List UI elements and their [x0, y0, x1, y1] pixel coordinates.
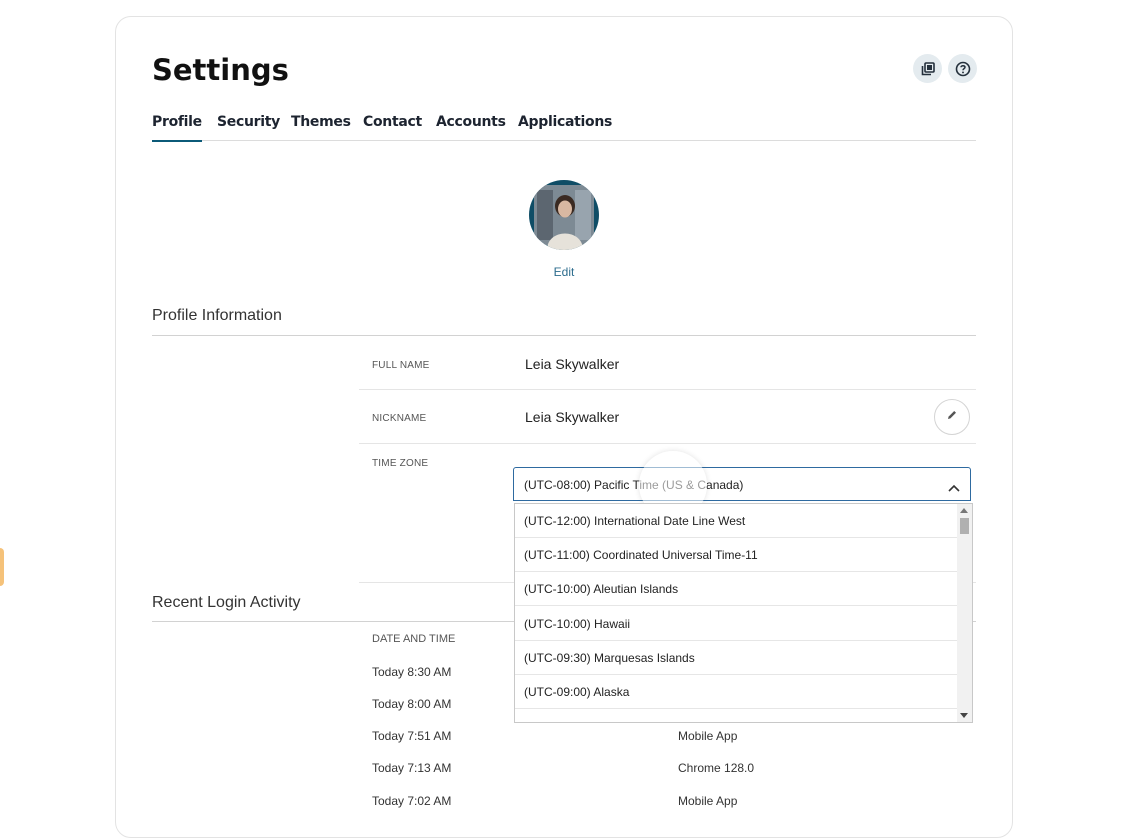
tab-profile[interactable]: Profile: [152, 114, 202, 142]
tab-themes[interactable]: Themes: [291, 114, 351, 140]
login-client: Mobile App: [678, 794, 738, 808]
login-time: Today 8:00 AM: [372, 697, 452, 711]
time-zone-dropdown-list[interactable]: (UTC-12:00) International Date Line West…: [514, 503, 973, 723]
time-zone-selected-value: (UTC-08:00) Pacific Time (US & Canada): [524, 478, 744, 492]
dropdown-scrollbar[interactable]: [957, 504, 972, 722]
date-and-time-header: DATE AND TIME: [372, 633, 456, 645]
login-time: Today 7:02 AM: [372, 794, 452, 808]
scrollbar-thumb[interactable]: [960, 518, 969, 534]
time-zone-option[interactable]: (UTC-11:00) Coordinated Universal Time-1…: [515, 538, 958, 572]
nickname-value: Leia Skywalker: [525, 409, 620, 425]
tab-contact[interactable]: Contact: [363, 114, 422, 140]
time-zone-option[interactable]: (UTC-08:00) Coordinated Universal Time-0…: [515, 710, 958, 722]
help-icon: [955, 61, 971, 77]
copy-icon: [921, 61, 935, 76]
row-divider: [359, 389, 976, 390]
avatar[interactable]: [529, 180, 599, 250]
login-client: Chrome 128.0: [678, 761, 755, 775]
tab-applications[interactable]: Applications: [518, 114, 612, 140]
copy-button[interactable]: [913, 54, 942, 83]
edit-nickname-button[interactable]: [934, 399, 970, 435]
row-divider: [359, 443, 976, 444]
time-zone-label: TIME ZONE: [372, 458, 429, 469]
section-divider: [152, 335, 976, 336]
scroll-down-icon[interactable]: [960, 713, 968, 718]
time-zone-option[interactable]: (UTC-09:00) Alaska: [515, 675, 958, 709]
nickname-label: NICKNAME: [372, 413, 427, 424]
profile-information-heading: Profile Information: [152, 307, 282, 324]
recent-login-activity-heading: Recent Login Activity: [152, 594, 301, 611]
login-time: Today 7:13 AM: [372, 761, 452, 775]
edit-avatar-link[interactable]: Edit: [536, 265, 592, 279]
edge-accent: [0, 548, 4, 586]
chevron-up-icon[interactable]: [948, 479, 960, 497]
time-zone-option[interactable]: (UTC-12:00) International Date Line West: [515, 504, 958, 538]
login-client: Mobile App: [678, 729, 738, 743]
settings-tabs: Profile Security Themes Contact Accounts…: [152, 114, 976, 142]
login-time: Today 7:51 AM: [372, 729, 452, 743]
scroll-up-icon[interactable]: [960, 508, 968, 513]
login-time: Today 8:30 AM: [372, 665, 452, 679]
time-zone-option[interactable]: (UTC-10:00) Aleutian Islands: [515, 572, 958, 606]
time-zone-select[interactable]: (UTC-08:00) Pacific Time (US & Canada): [513, 467, 971, 501]
tab-accounts[interactable]: Accounts: [436, 114, 506, 140]
full-name-label: FULL NAME: [372, 360, 430, 371]
help-button[interactable]: [948, 54, 977, 83]
page-title: Settings: [152, 53, 289, 87]
full-name-value: Leia Skywalker: [525, 356, 620, 372]
time-zone-option[interactable]: (UTC-10:00) Hawaii: [515, 607, 958, 641]
pencil-icon: [946, 408, 958, 426]
time-zone-option[interactable]: (UTC-09:30) Marquesas Islands: [515, 641, 958, 675]
tab-security[interactable]: Security: [217, 114, 280, 140]
